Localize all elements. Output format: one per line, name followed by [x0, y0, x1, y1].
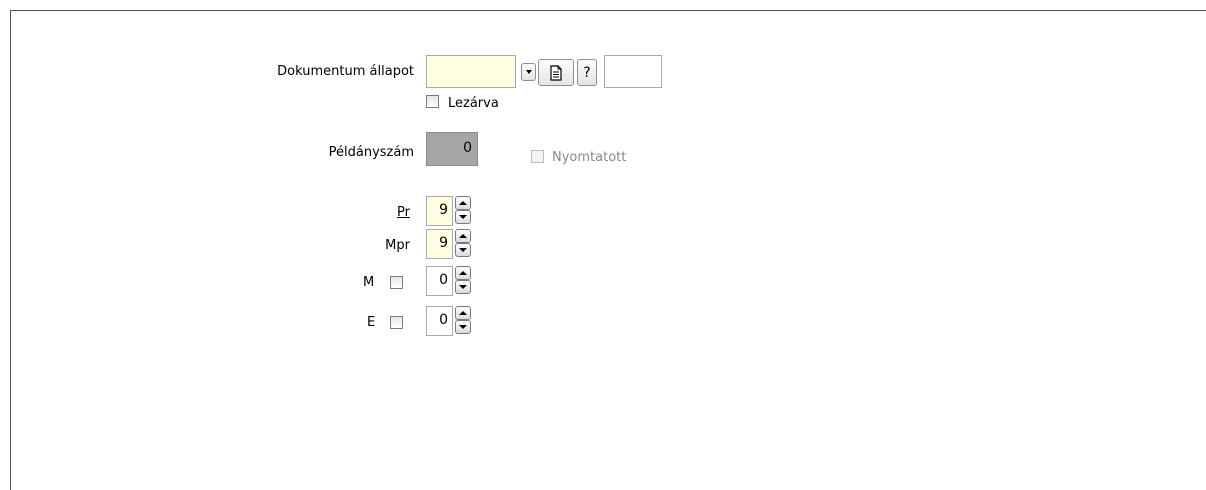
document-icon [550, 64, 562, 81]
arrow-up-icon[interactable] [455, 196, 471, 210]
doc-state-code-field[interactable] [604, 55, 662, 88]
doc-state-label: Dokumentum állapot [277, 64, 414, 79]
arrow-down-icon[interactable] [455, 320, 471, 334]
arrow-down-icon[interactable] [455, 243, 471, 257]
pr-spinner-value[interactable]: 9 [426, 196, 453, 226]
e-checkbox[interactable] [390, 316, 403, 329]
m-label: M [363, 275, 375, 290]
question-icon: ? [583, 64, 591, 81]
closed-checkbox[interactable] [426, 95, 439, 108]
m-spinner[interactable] [455, 266, 471, 294]
arrow-up-icon[interactable] [455, 266, 471, 280]
copies-field: 0 [426, 132, 478, 166]
m-spinner-value[interactable]: 0 [426, 266, 453, 296]
closed-label: Lezárva [448, 96, 499, 111]
mpr-label: Mpr [385, 238, 410, 253]
copies-label: Példányszám [328, 145, 414, 160]
mpr-spinner[interactable] [455, 229, 471, 257]
pr-spinner[interactable] [455, 196, 471, 224]
arrow-down-icon[interactable] [455, 280, 471, 294]
arrow-up-icon[interactable] [455, 306, 471, 320]
printed-checkbox [531, 150, 544, 163]
doc-state-open-button[interactable] [538, 59, 574, 86]
printed-label: Nyomtatott [552, 150, 627, 165]
e-spinner-value[interactable]: 0 [426, 306, 453, 336]
e-spinner[interactable] [455, 306, 471, 334]
arrow-down-icon[interactable] [455, 210, 471, 224]
e-label: E [367, 315, 376, 330]
doc-state-dropdown-button[interactable] [521, 63, 536, 81]
m-checkbox[interactable] [390, 276, 403, 289]
arrow-up-icon[interactable] [455, 229, 471, 243]
pr-label: Pr [397, 205, 410, 220]
mpr-spinner-value[interactable]: 9 [426, 229, 453, 259]
chevron-down-icon [525, 70, 532, 74]
doc-state-help-button[interactable]: ? [577, 59, 597, 86]
doc-state-combo[interactable] [426, 55, 516, 88]
